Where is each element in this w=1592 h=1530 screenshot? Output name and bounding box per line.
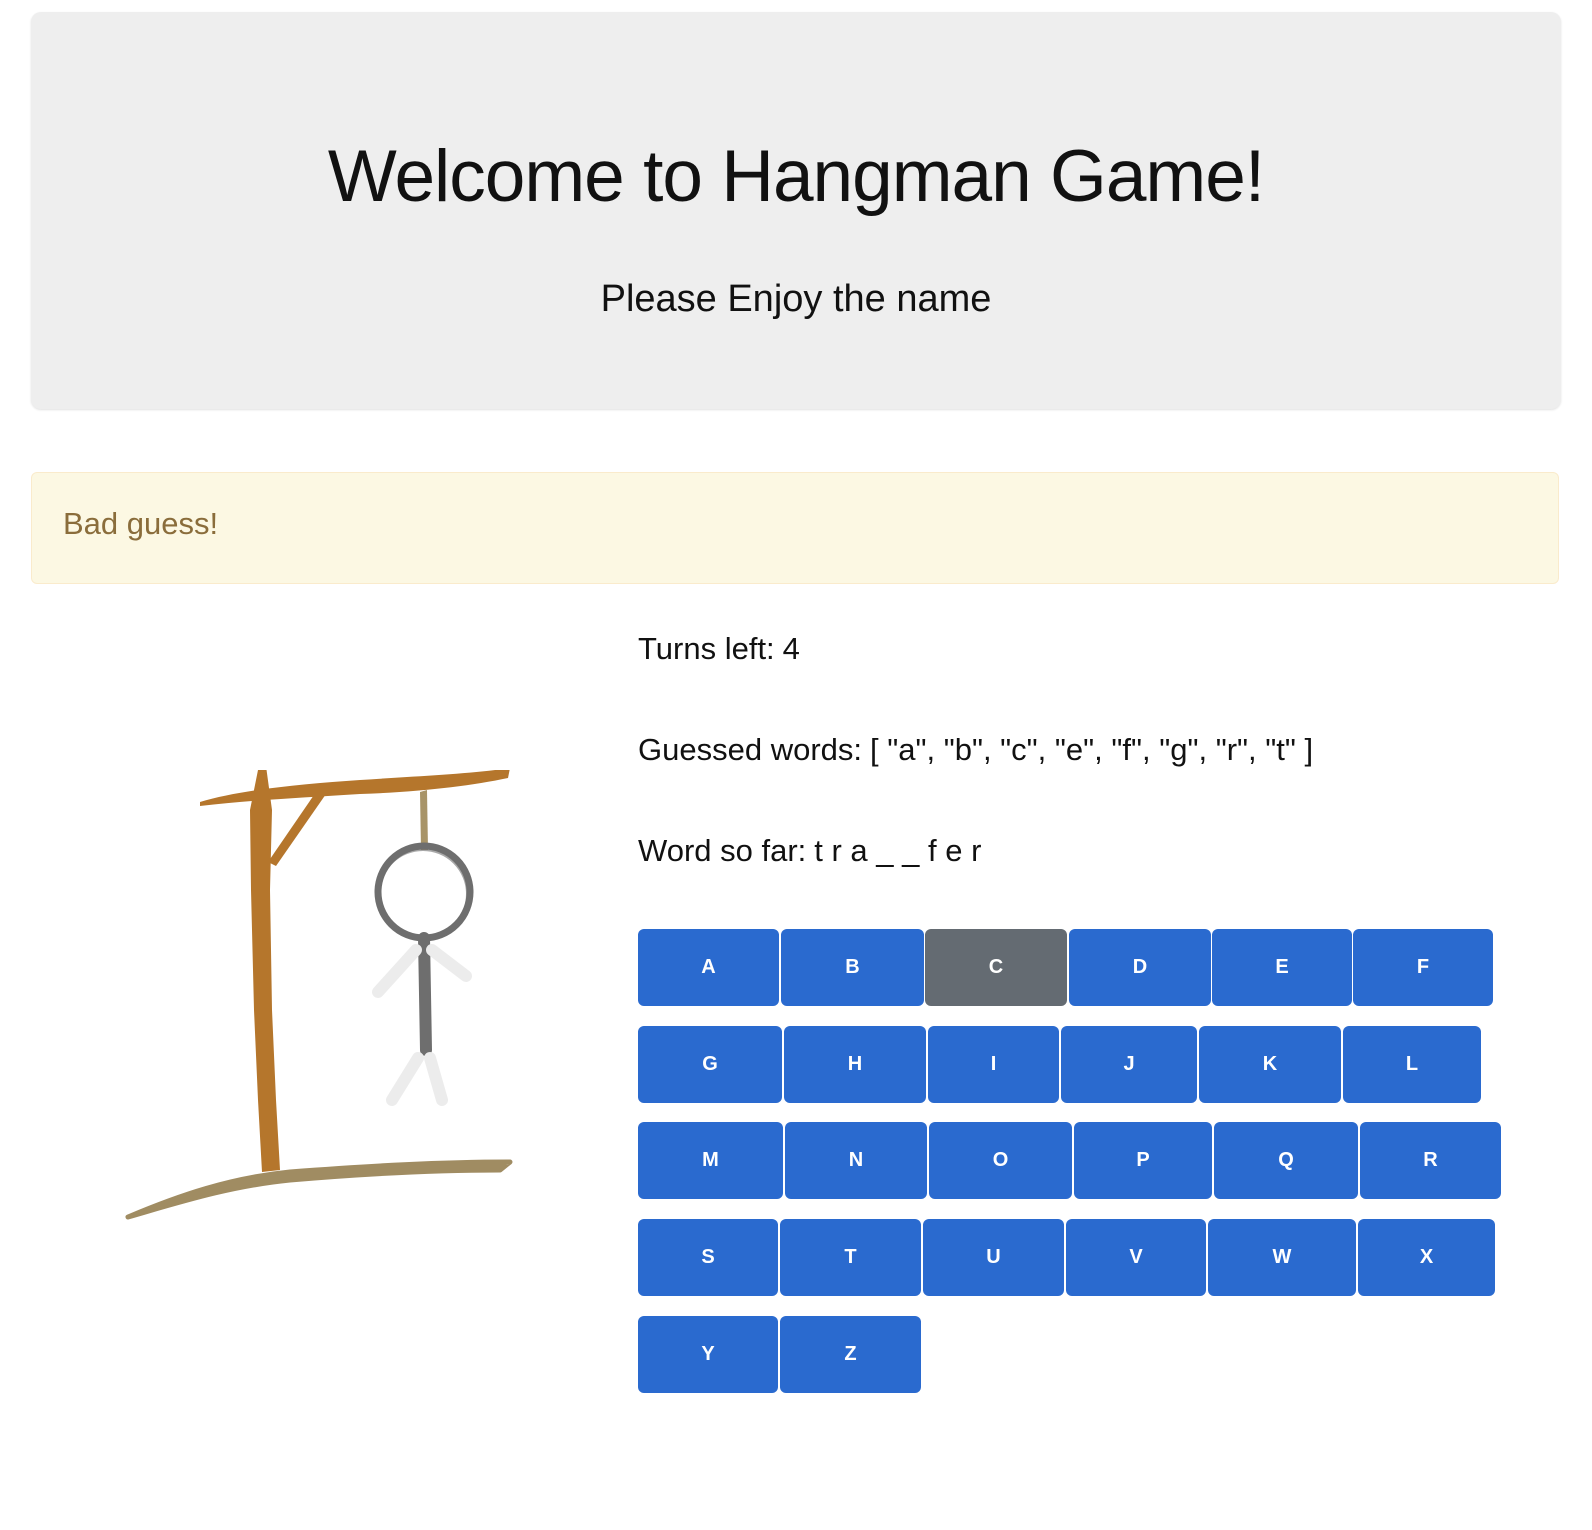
figure-left-arm xyxy=(372,944,422,998)
letter-button-q[interactable]: Q xyxy=(1214,1122,1358,1199)
figure-body xyxy=(418,932,432,1056)
turns-left: Turns left: 4 xyxy=(638,633,800,664)
letter-button-l[interactable]: L xyxy=(1343,1026,1481,1103)
welcome-banner: Welcome to Hangman Game! Please Enjoy th… xyxy=(31,12,1561,409)
letter-button-e[interactable]: E xyxy=(1212,929,1352,1006)
word-so-far-label: Word so far: xyxy=(638,833,807,868)
letter-button-h[interactable]: H xyxy=(784,1026,926,1103)
letter-button-y[interactable]: Y xyxy=(638,1316,778,1393)
letter-button-v[interactable]: V xyxy=(1066,1219,1206,1296)
letter-button-u[interactable]: U xyxy=(923,1219,1064,1296)
word-so-far: Word so far: t r a _ _ f e r xyxy=(638,835,981,866)
page-subtitle: Please Enjoy the name xyxy=(600,278,992,320)
letter-button-b[interactable]: B xyxy=(781,929,924,1006)
letter-button-c[interactable]: C xyxy=(925,929,1067,1006)
turns-left-value: 4 xyxy=(782,631,800,666)
letter-button-a[interactable]: A xyxy=(638,929,779,1006)
letter-button-p[interactable]: P xyxy=(1074,1122,1212,1199)
figure-left-leg xyxy=(386,1052,424,1106)
letter-button-j[interactable]: J xyxy=(1061,1026,1197,1103)
letter-button-x[interactable]: X xyxy=(1358,1219,1495,1296)
letter-button-w[interactable]: W xyxy=(1208,1219,1356,1296)
letter-button-d[interactable]: D xyxy=(1069,929,1211,1006)
figure-right-arm xyxy=(426,944,472,982)
gallows-post xyxy=(250,770,280,1172)
ground-line xyxy=(125,1159,513,1220)
alert-message: Bad guess! xyxy=(63,506,219,541)
guess-alert: Bad guess! xyxy=(31,472,1559,584)
turns-left-label: Turns left: xyxy=(638,631,775,666)
letter-button-s[interactable]: S xyxy=(638,1219,778,1296)
rope xyxy=(420,790,428,850)
letter-button-n[interactable]: N xyxy=(785,1122,927,1199)
gallows-brace xyxy=(268,792,326,866)
letter-button-i[interactable]: I xyxy=(928,1026,1059,1103)
letter-button-z[interactable]: Z xyxy=(780,1316,921,1393)
hangman-gallows-icon xyxy=(125,770,513,1220)
letter-button-t[interactable]: T xyxy=(780,1219,921,1296)
guessed-words: Guessed words:[ "a", "b", "c", "e", "f",… xyxy=(638,734,1313,765)
gallows-beam xyxy=(200,770,510,806)
word-so-far-value: t r a _ _ f e r xyxy=(814,833,982,868)
guessed-words-value: [ "a", "b", "c", "e", "f", "g", "r", "t"… xyxy=(870,732,1314,767)
letter-button-f[interactable]: F xyxy=(1353,929,1493,1006)
letter-button-m[interactable]: M xyxy=(638,1122,783,1199)
figure-right-leg xyxy=(424,1052,448,1106)
letter-button-k[interactable]: K xyxy=(1199,1026,1341,1103)
letter-button-o[interactable]: O xyxy=(929,1122,1072,1199)
letter-button-r[interactable]: R xyxy=(1360,1122,1501,1199)
letter-button-g[interactable]: G xyxy=(638,1026,782,1103)
page-title: Welcome to Hangman Game! xyxy=(327,136,1265,217)
guessed-words-label: Guessed words: xyxy=(638,732,862,767)
